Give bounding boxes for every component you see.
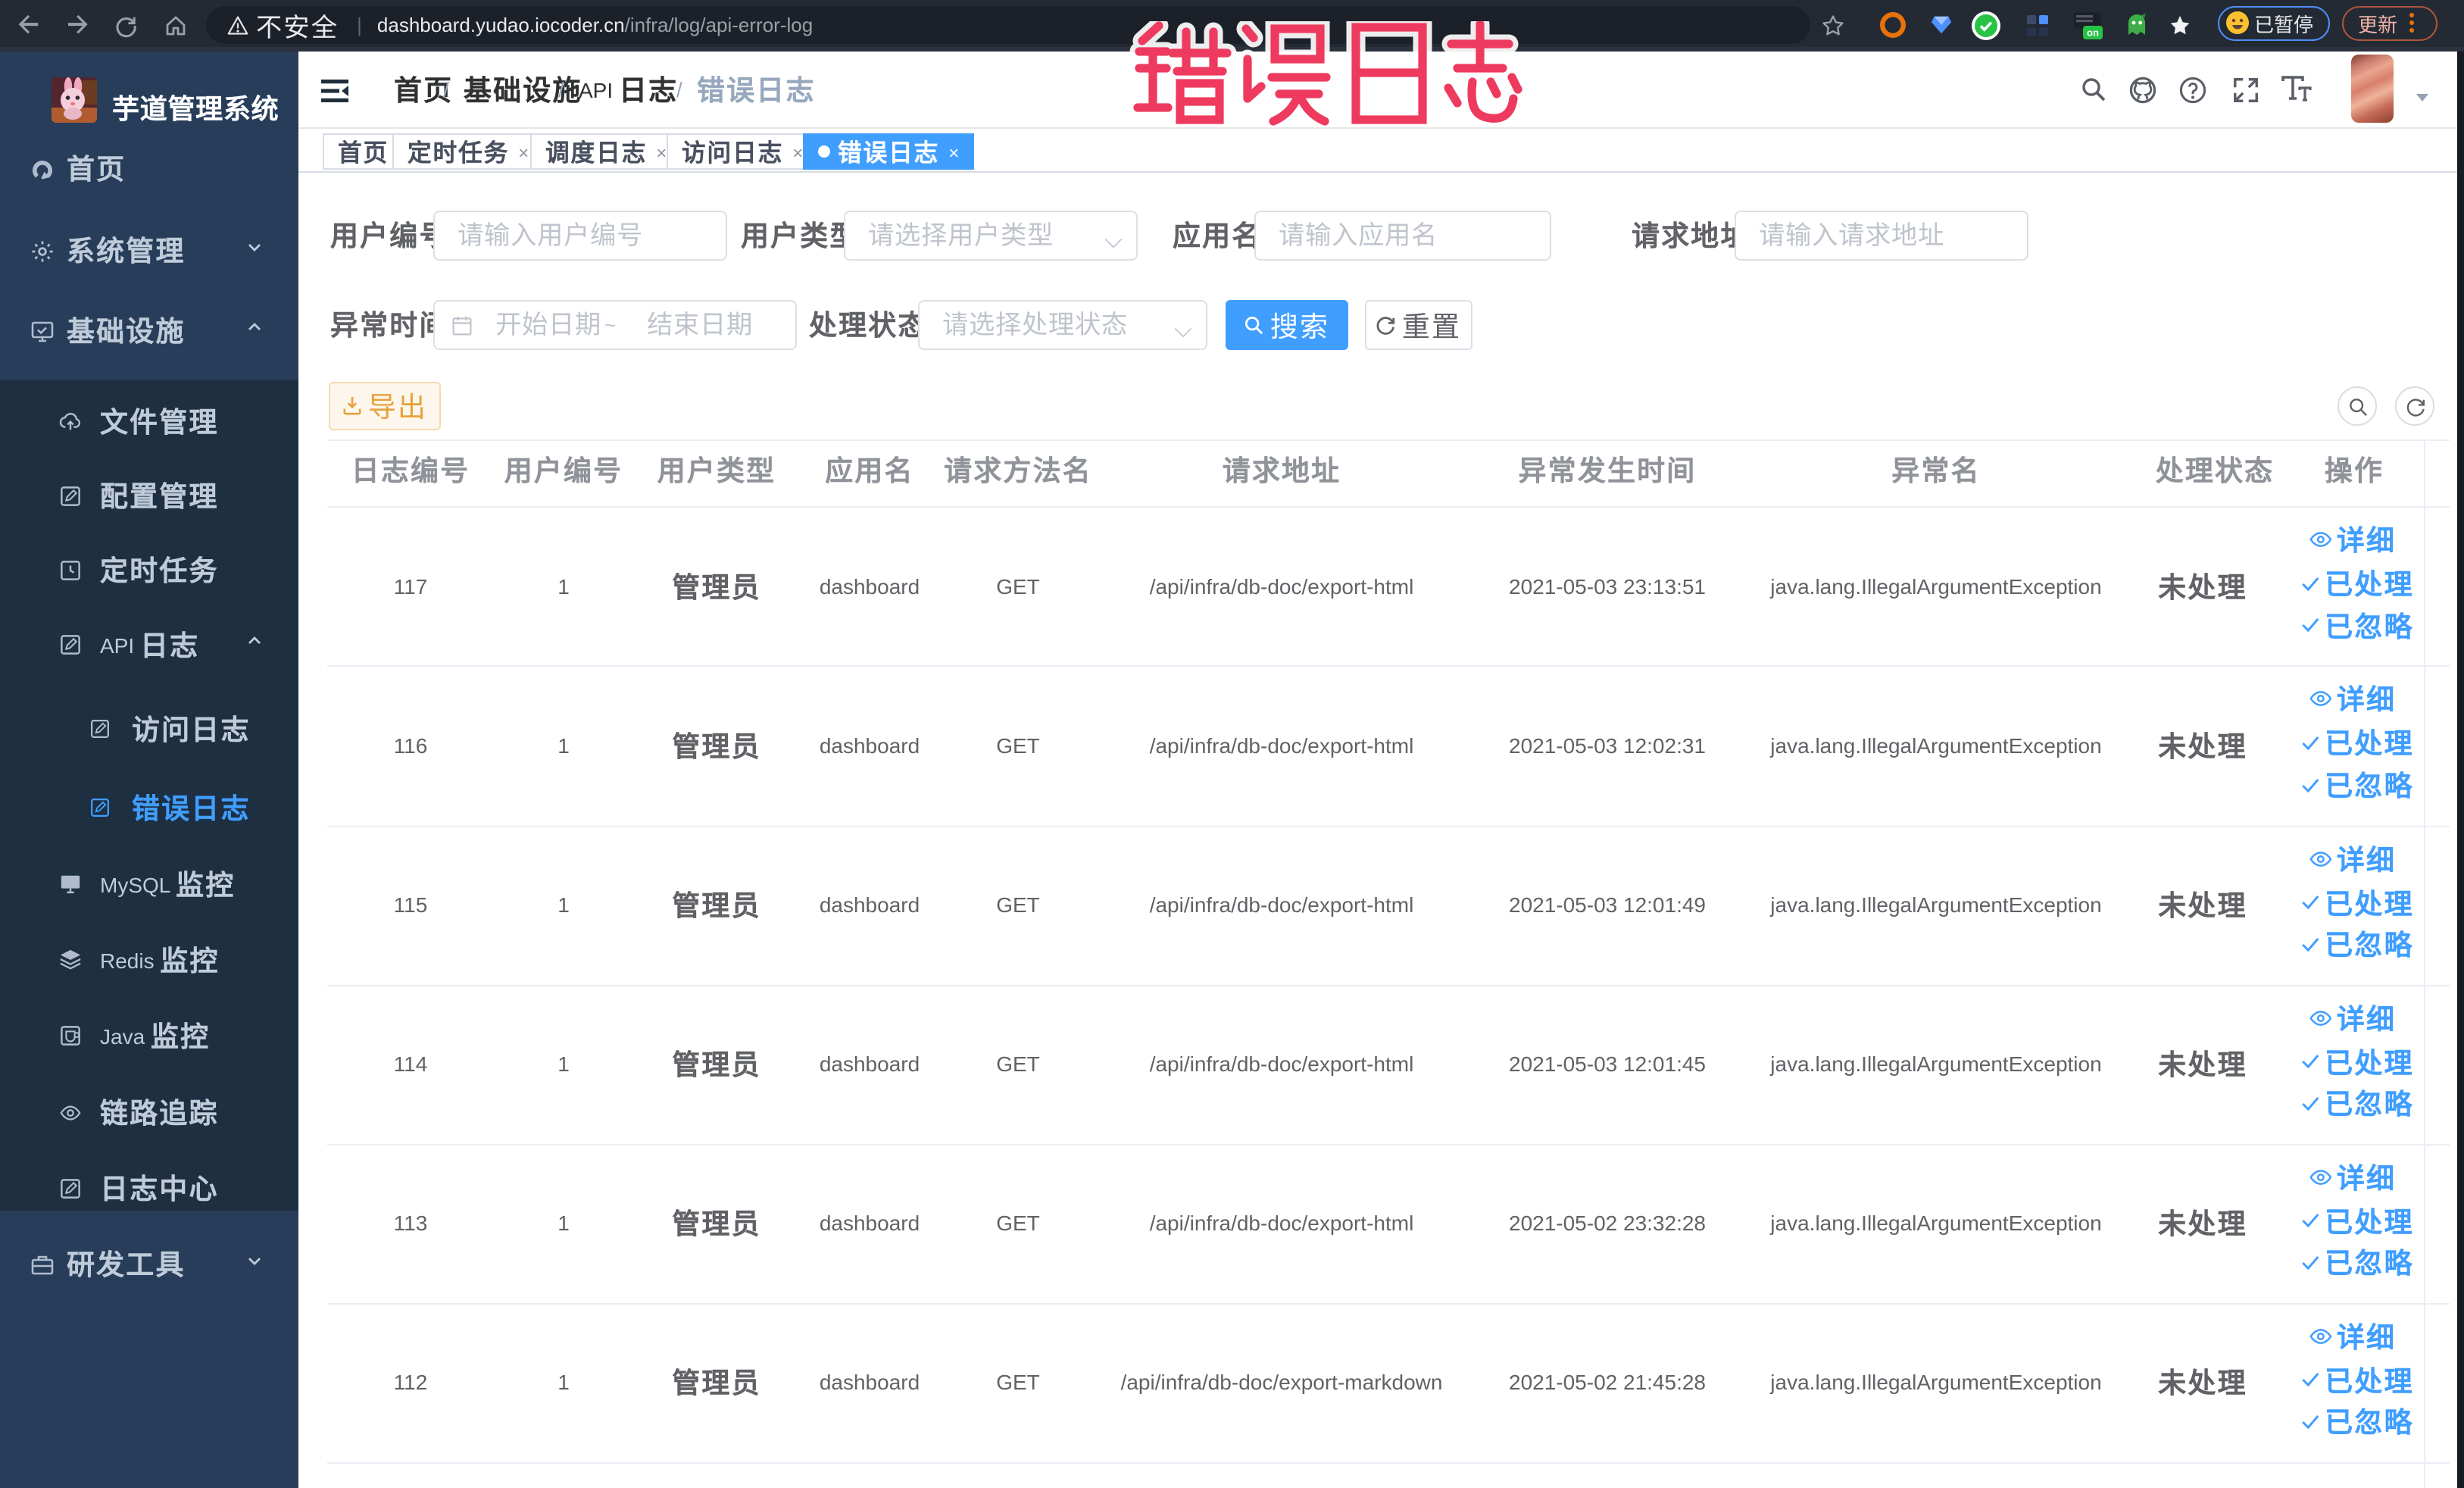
svg-text:on: on bbox=[2087, 27, 2099, 38]
